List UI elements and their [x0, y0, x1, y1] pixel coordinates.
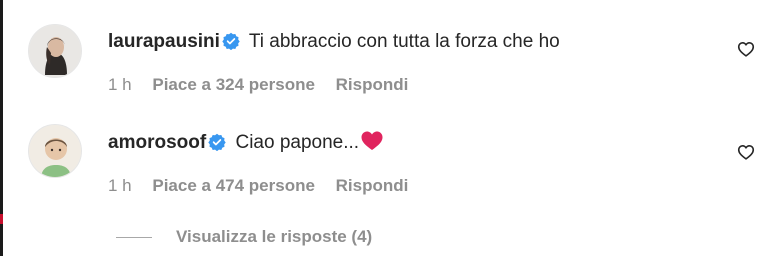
avatar[interactable]: [28, 124, 82, 178]
likes-count[interactable]: Piace a 324 persone: [152, 75, 315, 94]
left-edge-bar: [0, 0, 3, 256]
likes-count[interactable]: Piace a 474 persone: [152, 176, 315, 195]
comments-panel: laurapausini Ti abbraccio con tutta la f…: [0, 0, 767, 256]
reply-button[interactable]: Rispondi: [336, 176, 409, 195]
avatar-child-icon: [29, 125, 81, 177]
replies-divider: [116, 237, 152, 239]
avatar-portrait-icon: [29, 25, 81, 77]
comment-text: Ti abbraccio con tutta la forza che ho: [248, 31, 560, 52]
verified-badge-icon: [222, 32, 240, 57]
view-replies-button[interactable]: Visualizza le risposte (4): [116, 226, 372, 248]
username[interactable]: amorosoof: [108, 132, 206, 153]
edge-marker: [0, 214, 3, 224]
avatar[interactable]: [28, 24, 82, 78]
comment-time: 1 h: [108, 75, 132, 94]
heart-outline-icon[interactable]: [737, 144, 755, 165]
verified-badge-icon: [208, 133, 226, 158]
reply-button[interactable]: Rispondi: [336, 75, 409, 94]
view-replies-label: Visualizza le risposte (4): [176, 227, 373, 246]
comment-text: Ciao papone...: [235, 132, 360, 153]
username[interactable]: laurapausini: [108, 31, 220, 52]
heart-outline-icon[interactable]: [737, 41, 755, 62]
red-heart-emoji-icon: [359, 131, 384, 153]
comment-time: 1 h: [108, 176, 132, 195]
